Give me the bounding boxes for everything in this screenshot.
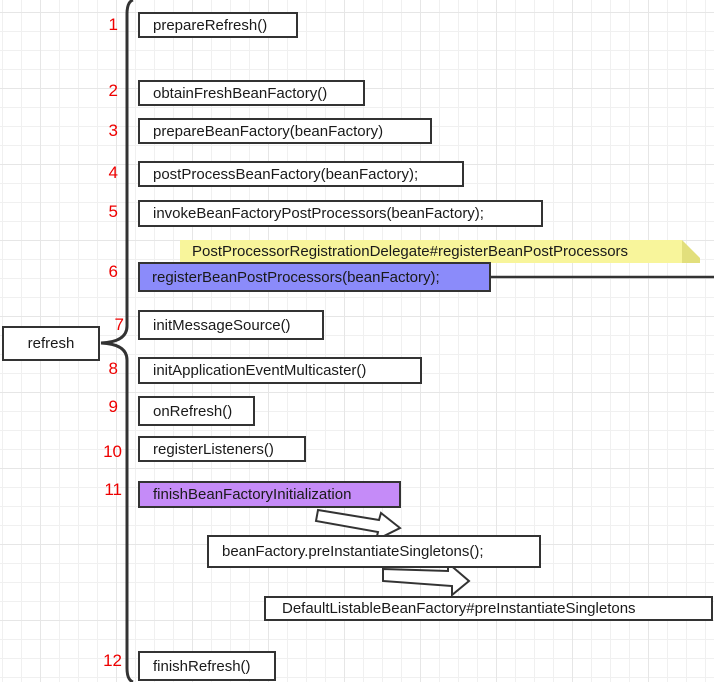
step-post-process-bean-factory[interactable]: postProcessBeanFactory(beanFactory); [138,161,464,187]
step-obtain-fresh-bean-factory[interactable]: obtainFreshBeanFactory() [138,80,365,106]
step-label: invokeBeanFactoryPostProcessors(beanFact… [153,205,484,222]
step-number: 10 [103,442,122,461]
step-number: 4 [108,163,118,182]
step-label: prepareRefresh() [153,16,268,34]
step-number: 1 [108,15,118,34]
note-label: PostProcessorRegistrationDelegate#regist… [192,243,629,260]
step-label: postProcessBeanFactory(beanFactory); [153,165,419,183]
step-number: 12 [103,651,122,670]
step-number: 3 [108,121,118,140]
step-number: 6 [108,262,118,281]
step-label: onRefresh() [153,402,233,420]
step-number: 5 [108,202,118,221]
step-invoke-bean-factory-post-processors[interactable]: invokeBeanFactoryPostProcessors(beanFact… [138,200,543,227]
step-finish-bean-factory-initialization[interactable]: finishBeanFactoryInitialization [138,481,401,508]
step-number: 9 [108,397,118,416]
step-label: initMessageSource() [153,316,291,334]
step-label: finishBeanFactoryInitialization [153,486,352,503]
child-pre-instantiate-singletons[interactable]: beanFactory.preInstantiateSingletons(); [207,535,541,568]
step-label: obtainFreshBeanFactory() [153,84,328,102]
refresh-brace [100,0,134,682]
step-on-refresh[interactable]: onRefresh() [138,396,255,426]
step-number: 8 [108,359,118,378]
refresh-root-node[interactable]: refresh [2,326,100,361]
step-label: prepareBeanFactory(beanFactory) [153,122,384,140]
step-init-message-source[interactable]: initMessageSource() [138,310,324,340]
step-prepare-bean-factory[interactable]: prepareBeanFactory(beanFactory) [138,118,432,144]
step-register-bean-post-processors[interactable]: registerBeanPostProcessors(beanFactory); [138,262,491,292]
step-prepare-refresh[interactable]: prepareRefresh() [138,12,298,38]
step-register-listeners[interactable]: registerListeners() [138,436,306,462]
child-default-listable-bean-factory[interactable]: DefaultListableBeanFactory#preInstantiat… [264,596,713,621]
step-label: initApplicationEventMulticaster() [153,362,367,379]
step-number: 11 [104,480,122,499]
step-label: registerListeners() [153,440,274,458]
step-finish-refresh[interactable]: finishRefresh() [138,651,276,681]
step-init-application-event-multicaster[interactable]: initApplicationEventMulticaster() [138,357,422,384]
step-label: finishRefresh() [153,657,251,675]
child-label: DefaultListableBeanFactory#preInstantiat… [282,600,636,617]
refresh-root-label: refresh [27,335,75,352]
step-number: 2 [108,81,118,100]
step-6-note: PostProcessorRegistrationDelegate#regist… [180,240,682,263]
step-label: registerBeanPostProcessors(beanFactory); [152,268,440,286]
note-fold-corner [682,240,700,263]
step-number: 7 [114,315,124,334]
child-label: beanFactory.preInstantiateSingletons(); [222,543,484,560]
